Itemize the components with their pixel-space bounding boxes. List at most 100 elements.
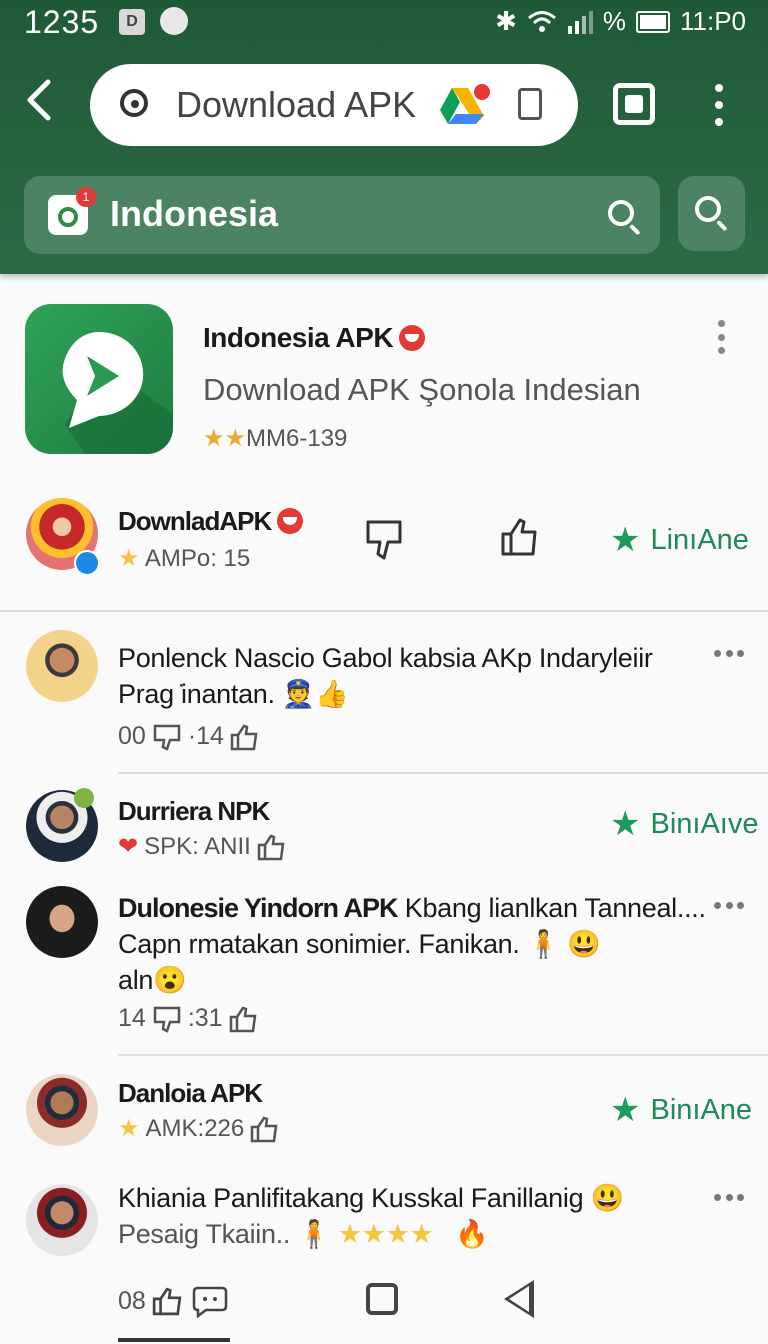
tabs-button[interactable] <box>613 83 655 125</box>
star-icon: ★ <box>610 1091 641 1129</box>
app-card[interactable]: Indonesia APK Download APK Şonola Indesi… <box>0 292 768 472</box>
like-icon[interactable] <box>257 833 285 861</box>
commenter-name: Danloia APK <box>118 1078 263 1108</box>
smile-emoji-icon: 😃 <box>590 1183 625 1213</box>
signal-icon <box>567 10 593 34</box>
publisher-row: DownladAPK ★ AMPo: 15 ★ LinıAne <box>0 492 768 602</box>
app-subtitle: Download APK Şonola Indesian <box>203 372 641 407</box>
thumbs-up-emoji-icon: 👍 <box>315 679 349 709</box>
face-emoji-icon: 😮 <box>153 965 187 995</box>
search-query: Indonesia <box>110 193 279 234</box>
star-icon: ★ <box>610 521 641 559</box>
comment-meta: 14 :31 <box>118 1004 257 1033</box>
comment-options-icon[interactable] <box>714 650 744 658</box>
comment-meta: 00 ·14 <box>118 722 258 751</box>
like-icon[interactable] <box>250 1115 278 1143</box>
home-indicator <box>118 1338 230 1342</box>
divider <box>0 610 768 612</box>
browser-header: 1235 D ✱ % 11:P0 Download APK 1 Indonesi… <box>0 0 768 274</box>
divider <box>118 772 768 774</box>
notification-icon: D <box>119 9 145 35</box>
comment-text-line: Pesaig Tkaiin.. 🧍 ★★★★ 🔥 <box>118 1219 489 1249</box>
comment-meta: 08 <box>118 1284 228 1318</box>
commenter-meta: ★ AMK:226 <box>118 1114 278 1143</box>
police-emoji-icon: 👮 <box>281 679 316 709</box>
smile-emoji-icon: 😃 <box>567 929 601 959</box>
bottom-navigation: 08 <box>0 1268 768 1344</box>
battery-percent: % <box>602 6 626 36</box>
follow-button[interactable]: ★ LinıAne <box>610 520 749 560</box>
commenter-row: Durriera NPK ❤ SPK: ANII ★ BinıAıve <box>0 788 768 868</box>
publisher-meta: ★ AMPo: 15 <box>118 545 251 572</box>
star-icon: ★ <box>610 805 641 843</box>
commenter-avatar[interactable] <box>26 1074 98 1146</box>
status-clock: 11:P0 <box>679 6 746 36</box>
more-menu-icon[interactable] <box>712 84 726 126</box>
recents-button[interactable] <box>366 1283 398 1315</box>
comment-options-icon[interactable] <box>714 902 744 910</box>
status-indicators: ✱ % 11:P0 <box>495 6 746 37</box>
search-icon[interactable] <box>608 200 634 226</box>
comment-text: Khiania Panlifitakang Kusskal Fanillanig… <box>118 1183 625 1213</box>
like-icon[interactable] <box>500 516 538 556</box>
search-icon <box>695 196 721 222</box>
address-bar[interactable]: Download APK <box>90 64 578 146</box>
star-icon: ★★ <box>203 425 247 452</box>
comment-item: Ponlenck Nascio Gabol kabsia AKp Indaryl… <box>0 628 768 768</box>
reply-icon[interactable] <box>192 1284 228 1318</box>
app-title: Indonesia APK <box>203 322 426 354</box>
divider <box>118 1054 768 1056</box>
verified-icon <box>74 550 100 576</box>
like-icon[interactable] <box>152 1286 182 1316</box>
commenter-avatar[interactable] <box>26 886 98 958</box>
drive-icon <box>440 84 490 124</box>
comment-options-icon[interactable] <box>714 1194 744 1202</box>
comment-item: Khiania Panlifitakang Kusskal Fanillanig… <box>0 1180 768 1270</box>
comment-item: Dulonesie Yindorn APK Kbang lianlkan Tan… <box>0 884 768 1044</box>
star-icon: ★ <box>118 1115 140 1142</box>
heart-icon: ❤ <box>118 833 139 860</box>
battery-icon <box>635 10 670 33</box>
nav-back-button[interactable] <box>504 1280 534 1318</box>
calendar-badge: 1 <box>76 187 96 207</box>
commenter-avatar[interactable] <box>26 1184 98 1256</box>
publisher-name: DownladAPK <box>118 506 304 537</box>
commenter-name: Durriera NPK <box>118 796 270 826</box>
commenter-meta: ❤ SPK: ANII <box>118 832 285 861</box>
dislike-icon[interactable] <box>152 1005 182 1033</box>
wifi-icon <box>527 10 556 32</box>
follow-button[interactable]: ★ BinıAıve <box>610 804 758 844</box>
commenter-avatar[interactable] <box>26 630 98 702</box>
bluetooth-icon: ✱ <box>495 6 517 36</box>
comment-text: Ponlenck Nascio Gabol kabsia AKp Indaryl… <box>118 643 653 709</box>
upload-badge-icon <box>74 788 94 808</box>
app-options-icon[interactable] <box>718 320 726 354</box>
back-button[interactable] <box>24 78 64 128</box>
chevron-left-icon <box>27 79 51 121</box>
angry-face-icon <box>399 325 426 351</box>
app-rating: ★★MM6-139 <box>203 425 348 452</box>
fire-emoji-icon: 🔥 <box>455 1219 489 1249</box>
like-icon[interactable] <box>230 723 258 751</box>
star-icon: ★ <box>118 545 140 572</box>
status-time: 1235 <box>24 4 100 40</box>
search-button[interactable] <box>678 176 745 251</box>
dislike-icon[interactable] <box>364 518 404 562</box>
site-info-icon[interactable] <box>120 89 148 117</box>
like-icon[interactable] <box>229 1005 257 1033</box>
comment-text: Dulonesie Yindorn APK Kbang lianlkan Tan… <box>118 893 706 995</box>
commenter-row: Danloia APK ★ AMK:226 ★ BinıAne <box>0 1072 768 1152</box>
rating-stars-icon: ★★★★ <box>337 1219 434 1249</box>
follow-button[interactable]: ★ BinıAne <box>610 1090 752 1130</box>
url-text: Download APK <box>176 84 417 125</box>
calendar-icon: 1 <box>48 187 96 235</box>
dislike-icon[interactable] <box>152 723 182 751</box>
status-bar: 1235 D ✱ % 11:P0 <box>0 0 768 44</box>
search-field[interactable]: 1 Indonesia <box>24 176 660 254</box>
compass-icon <box>160 7 188 35</box>
person-emoji-icon: 🧍 <box>526 929 561 959</box>
page-icon[interactable] <box>518 88 542 120</box>
app-logo-icon <box>25 304 173 454</box>
person-emoji-icon: 🧍 <box>297 1219 331 1249</box>
angry-face-icon <box>277 508 304 534</box>
